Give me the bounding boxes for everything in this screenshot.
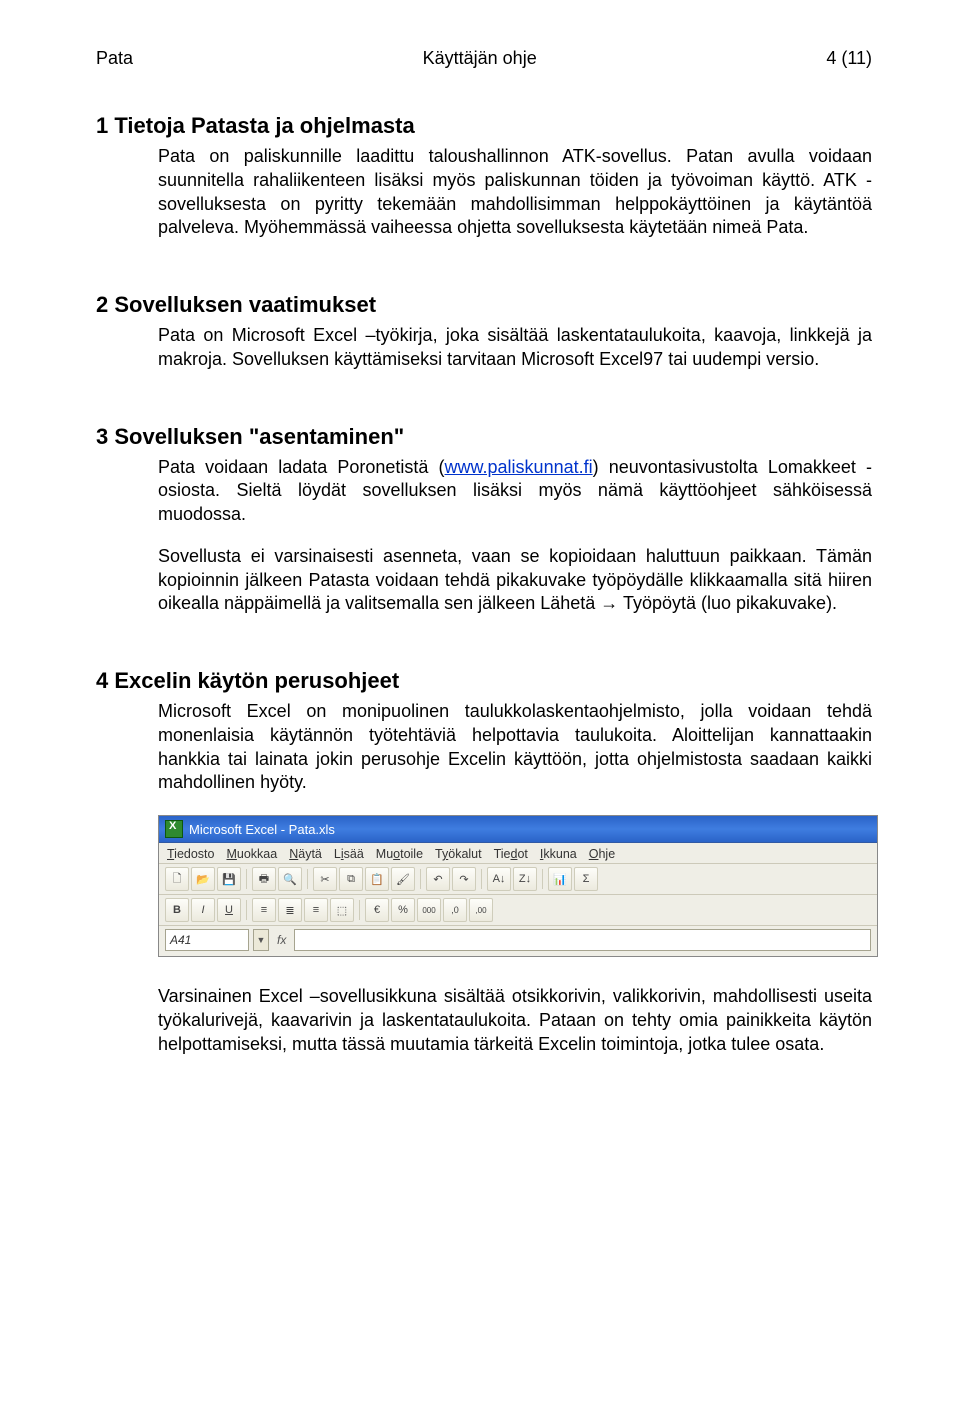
document-page: Pata Käyttäjän ohje 4 (11) 1 Tietoja Pat…: [0, 0, 960, 1116]
toolbar-separator: [246, 869, 247, 889]
excel-menubar: Tiedosto Muokkaa Näytä Lisää Muotoile Ty…: [159, 843, 877, 864]
excel-screenshot: Microsoft Excel - Pata.xls Tiedosto Muok…: [158, 815, 878, 957]
preview-icon[interactable]: 🔍: [278, 867, 302, 891]
toolbar-separator: [359, 900, 360, 920]
menu-format[interactable]: Muotoile: [376, 847, 423, 861]
toolbar-separator: [246, 900, 247, 920]
align-right-icon[interactable]: ≡: [304, 898, 328, 922]
section-4-body-before-image: Microsoft Excel on monipuolinen taulukko…: [158, 700, 872, 795]
header-center: Käyttäjän ohje: [133, 48, 826, 69]
section-1-body: Pata on paliskunnille laadittu taloushal…: [158, 145, 872, 240]
menu-data[interactable]: Tiedot: [494, 847, 528, 861]
menu-tools[interactable]: Työkalut: [435, 847, 482, 861]
toolbar-separator: [307, 869, 308, 889]
sort-asc-icon[interactable]: A↓: [487, 867, 511, 891]
toolbar-separator: [420, 869, 421, 889]
excel-formatting-toolbar: B I U ≡ ≣ ≡ ⬚ € % 000 ,0 ,00: [159, 895, 877, 926]
excel-formula-bar: A41 ▼ fx: [159, 926, 877, 956]
decrease-decimal-icon[interactable]: ,00: [469, 898, 493, 922]
excel-standard-toolbar: 🗋 📂 💾 🖶 🔍 ✂ ⧉ 📋 🖌 ↶ ↷ A↓ Z↓ 📊 Σ: [159, 864, 877, 895]
menu-insert[interactable]: Lisää: [334, 847, 364, 861]
menu-view[interactable]: Näytä: [289, 847, 322, 861]
open-icon[interactable]: 📂: [191, 867, 215, 891]
comma-style-icon[interactable]: 000: [417, 898, 441, 922]
autosum-icon[interactable]: Σ: [574, 867, 598, 891]
section-4-para-1: Microsoft Excel on monipuolinen taulukko…: [158, 701, 872, 792]
header-left: Pata: [96, 48, 133, 69]
section-3-body: Pata voidaan ladata Poronetistä (www.pal…: [158, 456, 872, 617]
align-center-icon[interactable]: ≣: [278, 898, 302, 922]
menu-edit[interactable]: Muokkaa: [226, 847, 277, 861]
section-1-para-1: Pata on paliskunnille laadittu taloushal…: [158, 146, 872, 237]
copy-icon[interactable]: ⧉: [339, 867, 363, 891]
menu-window[interactable]: Ikkuna: [540, 847, 577, 861]
section-2-para-1: Pata on Microsoft Excel –työkirja, joka …: [158, 325, 872, 369]
page-header: Pata Käyttäjän ohje 4 (11): [96, 48, 872, 69]
section-3-para-2: Sovellusta ei varsinaisesti asenneta, va…: [158, 545, 872, 616]
italic-icon[interactable]: I: [191, 898, 215, 922]
merge-cells-icon[interactable]: ⬚: [330, 898, 354, 922]
name-box-dropdown-icon[interactable]: ▼: [253, 929, 269, 951]
bold-icon[interactable]: B: [165, 898, 189, 922]
paliskunnat-link[interactable]: www.paliskunnat.fi: [445, 457, 593, 477]
name-box[interactable]: A41: [165, 929, 249, 951]
increase-decimal-icon[interactable]: ,0: [443, 898, 467, 922]
fx-icon[interactable]: fx: [273, 933, 290, 947]
menu-help[interactable]: Ohje: [589, 847, 615, 861]
redo-icon[interactable]: ↷: [452, 867, 476, 891]
align-left-icon[interactable]: ≡: [252, 898, 276, 922]
excel-titlebar: Microsoft Excel - Pata.xls: [159, 816, 877, 843]
section-1-heading: 1 Tietoja Patasta ja ohjelmasta: [96, 113, 872, 139]
toolbar-separator: [481, 869, 482, 889]
menu-file[interactable]: Tiedosto: [167, 847, 214, 861]
undo-icon[interactable]: ↶: [426, 867, 450, 891]
new-icon[interactable]: 🗋: [165, 867, 189, 891]
cut-icon[interactable]: ✂: [313, 867, 337, 891]
format-painter-icon[interactable]: 🖌: [391, 867, 415, 891]
section-3-para-1: Pata voidaan ladata Poronetistä (www.pal…: [158, 456, 872, 527]
sort-desc-icon[interactable]: Z↓: [513, 867, 537, 891]
section-2-heading: 2 Sovelluksen vaatimukset: [96, 292, 872, 318]
print-icon[interactable]: 🖶: [252, 867, 276, 891]
section-4-para-2: Varsinainen Excel –sovellusikkuna sisält…: [158, 986, 872, 1054]
paste-icon[interactable]: 📋: [365, 867, 389, 891]
currency-icon[interactable]: €: [365, 898, 389, 922]
formula-input[interactable]: [294, 929, 871, 951]
percent-icon[interactable]: %: [391, 898, 415, 922]
underline-icon[interactable]: U: [217, 898, 241, 922]
save-icon[interactable]: 💾: [217, 867, 241, 891]
section-4-heading: 4 Excelin käytön perusohjeet: [96, 668, 872, 694]
header-right: 4 (11): [826, 48, 872, 69]
excel-app-icon: [165, 820, 183, 838]
section-2-body: Pata on Microsoft Excel –työkirja, joka …: [158, 324, 872, 372]
chart-icon[interactable]: 📊: [548, 867, 572, 891]
section-3-heading: 3 Sovelluksen "asentaminen": [96, 424, 872, 450]
section-3-text-before-link: Pata voidaan ladata Poronetistä (: [158, 457, 445, 477]
excel-title-text: Microsoft Excel - Pata.xls: [189, 822, 335, 837]
section-4-body-after-image: Varsinainen Excel –sovellusikkuna sisält…: [158, 985, 872, 1056]
toolbar-separator: [542, 869, 543, 889]
